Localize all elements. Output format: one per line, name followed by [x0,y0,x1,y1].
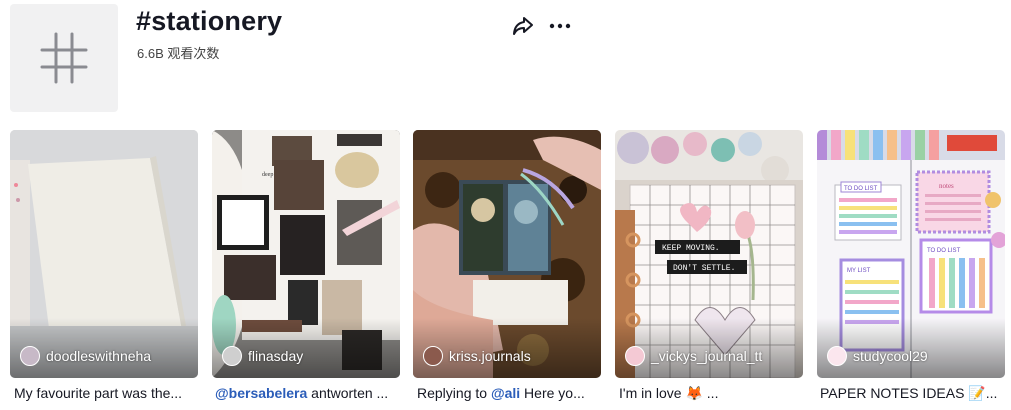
list-heading-3: MY LIST [847,268,871,274]
video-author[interactable]: kriss.journals [423,346,531,366]
video-card[interactable]: doodleswithneha [10,130,198,378]
caption-mention[interactable]: @ali [491,385,520,401]
avatar [20,346,40,366]
page-title: #stationery [136,6,283,36]
ellipsis-icon [549,23,571,29]
video-author[interactable]: studycool29 [827,346,928,366]
avatar [423,346,443,366]
share-arrow-icon [513,17,533,35]
avatar [222,346,242,366]
author-username: studycool29 [853,348,928,364]
video-card[interactable]: deep springs of life flinasday [212,130,400,378]
video-author[interactable]: _vickys_journal_tt [625,346,762,366]
video-caption[interactable]: PAPER NOTES IDEAS 📝... [820,385,1008,402]
video-author[interactable]: doodleswithneha [20,346,151,366]
list-heading-2: TO DO LIST [927,248,961,254]
author-username: doodleswithneha [46,348,152,364]
label-sticker-1: KEEP MOVING. [662,244,720,253]
caption-text: Here yo... [520,385,585,401]
avatar [827,346,847,366]
label-sticker-2: DON'T SETTLE. [673,264,735,273]
list-heading-1: TO DO LIST [844,186,878,192]
notes-heading: notes [939,182,954,190]
avatar [625,346,645,366]
share-button[interactable] [511,14,535,38]
caption-prefix: Replying to [417,385,491,401]
caption-text: My favourite part was the... [14,385,183,401]
view-count: 6.6B 观看次数 [137,46,220,61]
video-author[interactable]: flinasday [222,346,303,366]
author-username: flinasday [248,348,304,364]
video-caption[interactable]: @bersabelera antworten ... [215,385,403,401]
author-username: _vickys_journal_tt [651,348,763,364]
caption-mention[interactable]: @bersabelera [215,385,307,401]
video-card[interactable]: KEEP MOVING. DON'T SETTLE. _vickys_journ… [615,130,803,378]
caption-text: I'm in love 🦊 ... [619,385,719,401]
video-card[interactable]: kriss.journals [413,130,601,378]
author-username: kriss.journals [449,348,531,364]
video-caption[interactable]: My favourite part was the... [14,385,202,401]
video-card[interactable]: TO DO LIST notes MY LIST TO DO LIST stud… [817,130,1005,378]
caption-text: PAPER NOTES IDEAS 📝... [820,385,998,401]
video-caption[interactable]: Replying to @ali Here yo... [417,385,605,401]
hashtag-icon [40,32,88,84]
more-options-button[interactable] [548,14,572,38]
video-caption[interactable]: I'm in love 🦊 ... [619,385,807,402]
caption-text: antworten ... [307,385,389,401]
hashtag-avatar [10,4,118,112]
